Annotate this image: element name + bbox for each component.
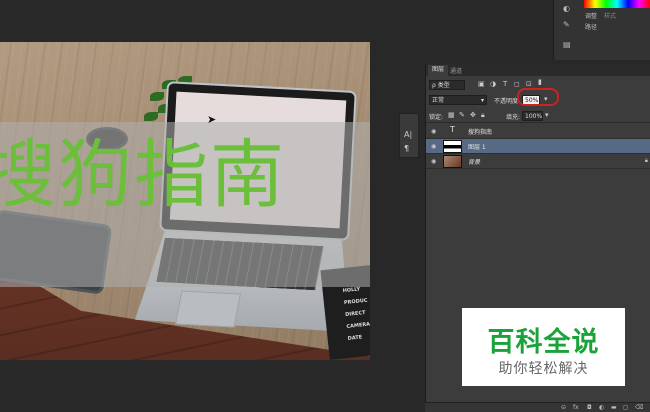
layer-thumbnail [443,140,462,153]
paragraph-panel-icon[interactable]: ¶ [404,144,409,153]
add-mask-icon[interactable]: ◘ [587,404,592,411]
mini-tool-column: A| ¶ [399,113,419,158]
chevron-down-icon: ▾ [480,97,484,104]
adjustment-filter-icon[interactable]: ◑ [490,80,496,88]
link-layers-icon[interactable]: ⊝ [561,404,566,411]
adjustment-layer-icon[interactable]: ◐ [599,404,604,411]
lock-icon: 🔒︎ [644,157,648,164]
layer-style-icon[interactable]: fx [573,404,579,411]
tab-styles[interactable]: 样式 [604,11,616,20]
filter-kind-select[interactable]: ρ 类型 [429,80,465,90]
tab-paths[interactable]: 路径 [585,22,597,31]
clapper-line: HOLLY [342,286,361,295]
layer-row-background[interactable]: ◉ 背景 🔒︎ [426,154,650,169]
move-cursor-icon: ➤ [207,113,217,126]
search-icon: ρ [432,82,436,89]
lock-pixels-icon[interactable]: ✎ [459,111,465,119]
visibility-eye-icon[interactable]: ◉ [431,158,436,165]
type-layer-icon: T [450,125,455,134]
tab-layers[interactable]: 图层 [428,65,449,76]
layer-name[interactable]: 搜狗指南 [468,127,492,136]
layer-row-layer1[interactable]: ◉ 图层 1 [426,139,650,154]
clapper-line: PRODUC [343,297,368,307]
document-canvas[interactable]: HOLLY PRODUC DIRECT CAMERA DATE 搜狗指南 [0,42,370,360]
watermark-logo: 百科全说 助你轻松解决 [462,308,625,386]
type-filter-icon[interactable]: T [503,80,507,88]
layer-thumbnail [443,155,462,168]
color-spectrum-bar[interactable] [584,0,650,8]
delete-layer-icon[interactable]: ⌫ [635,404,643,411]
visibility-eye-icon[interactable]: ◉ [431,128,436,135]
clapper-line: DIRECT [344,309,366,319]
clapper-line: DATE [347,334,363,342]
layer-name[interactable]: 图层 1 [468,142,486,151]
clapper-line: CAMERA [346,321,370,330]
blend-mode-value: 正常 [432,97,445,104]
filter-kind-label: 类型 [437,82,450,89]
fill-input[interactable]: 100% [522,111,543,121]
lock-transparency-icon[interactable]: ▦ [448,111,455,119]
logo-main-text: 百科全说 [487,327,600,358]
pixel-filter-icon[interactable]: ▣ [478,80,485,88]
layer-row-text[interactable]: ◉ T 搜狗指南 [426,124,650,139]
lock-all-icon[interactable]: 🔒︎ [481,111,485,120]
adjust-icon[interactable]: ◐ [563,4,575,14]
filter-toggle-icon[interactable]: ▮ [538,78,542,86]
layer-name[interactable]: 背景 [468,157,480,166]
blend-mode-select[interactable]: 正常 ▾ [429,95,487,105]
character-panel-icon[interactable]: A| [404,130,412,139]
document-workspace: HOLLY PRODUC DIRECT CAMERA DATE 搜狗指南 ➤ [0,0,425,412]
shape-filter-icon[interactable]: ◻ [514,80,520,88]
panel-tabs: 图层 通道 [426,64,650,76]
visibility-eye-icon[interactable]: ◉ [431,143,436,150]
photo-laptop-trackpad [174,290,242,328]
opacity-highlight-ring [517,88,559,106]
paths-icon[interactable]: ✎ [563,20,575,30]
fill-label: 填充: [506,114,521,121]
layers-panel-footer: ⊝ fx ◘ ◐ ▬ ◻ ⌫ [425,402,650,412]
logo-sub-text: 助你轻松解决 [498,361,589,377]
lock-position-icon[interactable]: ✥ [470,111,476,119]
tab-channels[interactable]: 通道 [450,66,462,75]
new-layer-icon[interactable]: ◻ [623,404,628,411]
fill-dropdown-icon[interactable]: ▾ [545,111,549,119]
lock-row: 锁定: ▦ ✎ ✥ 🔒︎ 填充: 100% ▾ [426,109,650,123]
overlay-text-layer: 搜狗指南 [0,132,286,218]
smart-object-filter-icon[interactable]: ⊡ [526,80,532,88]
new-group-icon[interactable]: ▬ [611,404,617,411]
tab-adjustments[interactable]: 调整 [585,11,597,20]
properties-icon[interactable]: ▤ [563,40,575,50]
lock-label: 锁定: [429,114,444,121]
